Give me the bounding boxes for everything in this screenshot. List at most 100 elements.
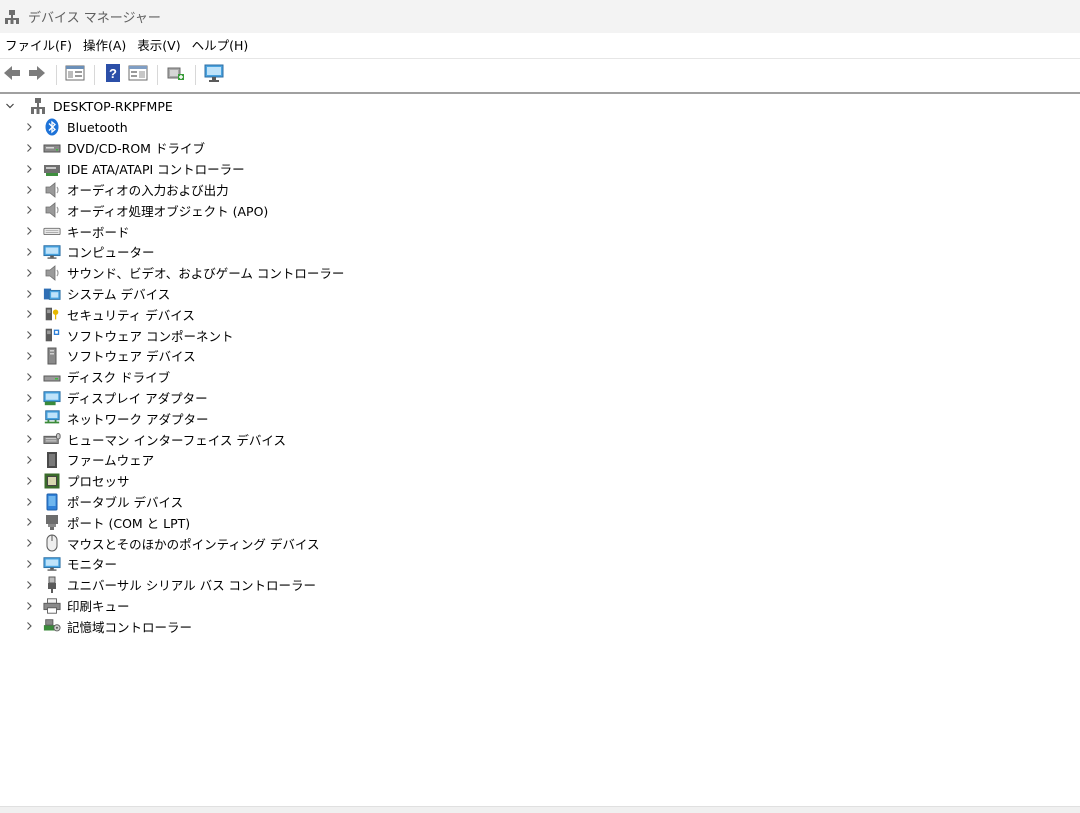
tree-category-item[interactable]: オーディオの入力および出力 <box>0 179 1080 200</box>
chevron-down-icon[interactable] <box>5 101 15 111</box>
tree-category-item[interactable]: ディスク ドライブ <box>0 366 1080 387</box>
tree-category-item[interactable]: ヒューマン インターフェイス デバイス <box>0 429 1080 450</box>
tree-category-item[interactable]: ポート (COM と LPT) <box>0 512 1080 533</box>
toolbar-border <box>0 92 1080 94</box>
tree-category-item[interactable]: 記憶域コントローラー <box>0 616 1080 637</box>
tree-category-item[interactable]: コンピューター <box>0 242 1080 263</box>
tree-category-item[interactable]: ネットワーク アダプター <box>0 408 1080 429</box>
disk-drive-icon <box>43 368 61 386</box>
tree-category-label: プロセッサ <box>67 474 130 490</box>
chevron-right-icon[interactable] <box>24 268 34 278</box>
tree-category-label: Bluetooth <box>67 119 128 135</box>
help-button[interactable]: ? <box>101 63 125 87</box>
tree-category-item[interactable]: キーボード <box>0 221 1080 242</box>
bluetooth-icon <box>43 118 61 136</box>
tree-category-item[interactable]: セキュリティ デバイス <box>0 304 1080 325</box>
chevron-right-icon[interactable] <box>24 413 34 423</box>
tree-category-label: キーボード <box>67 224 130 240</box>
chevron-right-icon[interactable] <box>24 226 34 236</box>
chevron-right-icon[interactable] <box>24 309 34 319</box>
chevron-right-icon[interactable] <box>24 580 34 590</box>
tree-category-label: オーディオ処理オブジェクト (APO) <box>67 203 269 219</box>
toolbar: ? <box>0 59 1080 90</box>
menu-help[interactable]: ヘルプ(H) <box>187 33 255 58</box>
help-icon: ? <box>104 63 122 87</box>
tree-category-item[interactable]: ディスプレイ アダプター <box>0 387 1080 408</box>
software-component-icon <box>43 326 61 344</box>
tree-category-item[interactable]: 印刷キュー <box>0 595 1080 616</box>
tree-category-label: ソフトウェア デバイス <box>67 349 196 365</box>
system-device-icon <box>43 285 61 303</box>
dvd-drive-icon <box>43 139 61 157</box>
tree-category-label: IDE ATA/ATAPI コントローラー <box>67 162 245 178</box>
tree-category-item[interactable]: Bluetooth <box>0 117 1080 138</box>
tree-category-item[interactable]: IDE ATA/ATAPI コントローラー <box>0 158 1080 179</box>
tree-category-label: ディスプレイ アダプター <box>67 391 208 407</box>
speaker-icon <box>43 201 61 219</box>
chevron-right-icon[interactable] <box>24 497 34 507</box>
chevron-right-icon[interactable] <box>24 601 34 611</box>
tree-category-item[interactable]: システム デバイス <box>0 283 1080 304</box>
tree-category-item[interactable]: ポータブル デバイス <box>0 491 1080 512</box>
chevron-right-icon[interactable] <box>24 351 34 361</box>
tree-category-label: マウスとそのほかのポインティング デバイス <box>67 536 320 552</box>
portable-device-icon <box>43 493 61 511</box>
chevron-right-icon[interactable] <box>24 143 34 153</box>
computer-tree-icon <box>29 97 47 115</box>
tree-category-item[interactable]: ユニバーサル シリアル バス コントローラー <box>0 574 1080 595</box>
speaker-icon <box>43 181 61 199</box>
forward-button[interactable] <box>25 63 49 87</box>
chevron-right-icon[interactable] <box>24 164 34 174</box>
chevron-right-icon[interactable] <box>24 393 34 403</box>
tree-category-item[interactable]: マウスとそのほかのポインティング デバイス <box>0 533 1080 554</box>
chevron-right-icon[interactable] <box>24 330 34 340</box>
tree-category-label: 記憶域コントローラー <box>67 619 193 635</box>
tree-category-item[interactable]: ソフトウェア コンポーネント <box>0 325 1080 346</box>
chevron-right-icon[interactable] <box>24 372 34 382</box>
scan-hardware-button[interactable] <box>202 63 226 87</box>
chevron-right-icon[interactable] <box>24 517 34 527</box>
chevron-right-icon[interactable] <box>24 289 34 299</box>
menu-file[interactable]: ファイル(F) <box>0 33 78 58</box>
chevron-right-icon[interactable] <box>24 185 34 195</box>
chevron-right-icon[interactable] <box>24 538 34 548</box>
firmware-icon <box>43 451 61 469</box>
back-button[interactable] <box>0 63 24 87</box>
chevron-right-icon[interactable] <box>24 247 34 257</box>
tree-category-item[interactable]: オーディオ処理オブジェクト (APO) <box>0 200 1080 221</box>
chevron-right-icon[interactable] <box>24 559 34 569</box>
keyboard-icon <box>43 222 61 240</box>
tree-category-item[interactable]: ファームウェア <box>0 450 1080 471</box>
tree-category-item[interactable]: DVD/CD-ROM ドライブ <box>0 138 1080 159</box>
tree-category-label: サウンド、ビデオ、およびゲーム コントローラー <box>67 266 345 282</box>
chevron-right-icon[interactable] <box>24 476 34 486</box>
tree-root[interactable]: DESKTOP-RKPFMPE <box>0 96 1080 117</box>
title-bar: デバイス マネージャー <box>0 0 1080 33</box>
tree-category-item[interactable]: モニター <box>0 554 1080 575</box>
tree-category-label: 印刷キュー <box>67 599 130 615</box>
tree-category-label: ヒューマン インターフェイス デバイス <box>67 432 286 448</box>
chevron-right-icon[interactable] <box>24 122 34 132</box>
view-button[interactable] <box>126 63 150 87</box>
tree-category-item[interactable]: ソフトウェア デバイス <box>0 346 1080 367</box>
port-icon <box>43 513 61 531</box>
device-manager-window: デバイス マネージャー ファイル(F) 操作(A) 表示(V) ヘルプ(H) ?… <box>0 0 1080 813</box>
properties-button[interactable] <box>63 63 87 87</box>
back-icon <box>2 64 22 86</box>
tree-category-label: セキュリティ デバイス <box>67 307 195 323</box>
chevron-right-icon[interactable] <box>24 205 34 215</box>
chevron-right-icon[interactable] <box>24 621 34 631</box>
software-device-icon <box>43 347 61 365</box>
update-driver-button[interactable] <box>164 63 188 87</box>
chevron-right-icon[interactable] <box>24 434 34 444</box>
view-icon <box>128 64 148 86</box>
mouse-icon <box>43 534 61 552</box>
tree-category-item[interactable]: プロセッサ <box>0 470 1080 491</box>
monitor-icon <box>203 63 225 87</box>
menu-view[interactable]: 表示(V) <box>132 33 186 58</box>
chevron-right-icon[interactable] <box>24 455 34 465</box>
caption-area <box>900 0 1080 33</box>
menu-action[interactable]: 操作(A) <box>78 33 132 58</box>
tree-category-item[interactable]: サウンド、ビデオ、およびゲーム コントローラー <box>0 262 1080 283</box>
update-driver-icon <box>166 63 186 87</box>
